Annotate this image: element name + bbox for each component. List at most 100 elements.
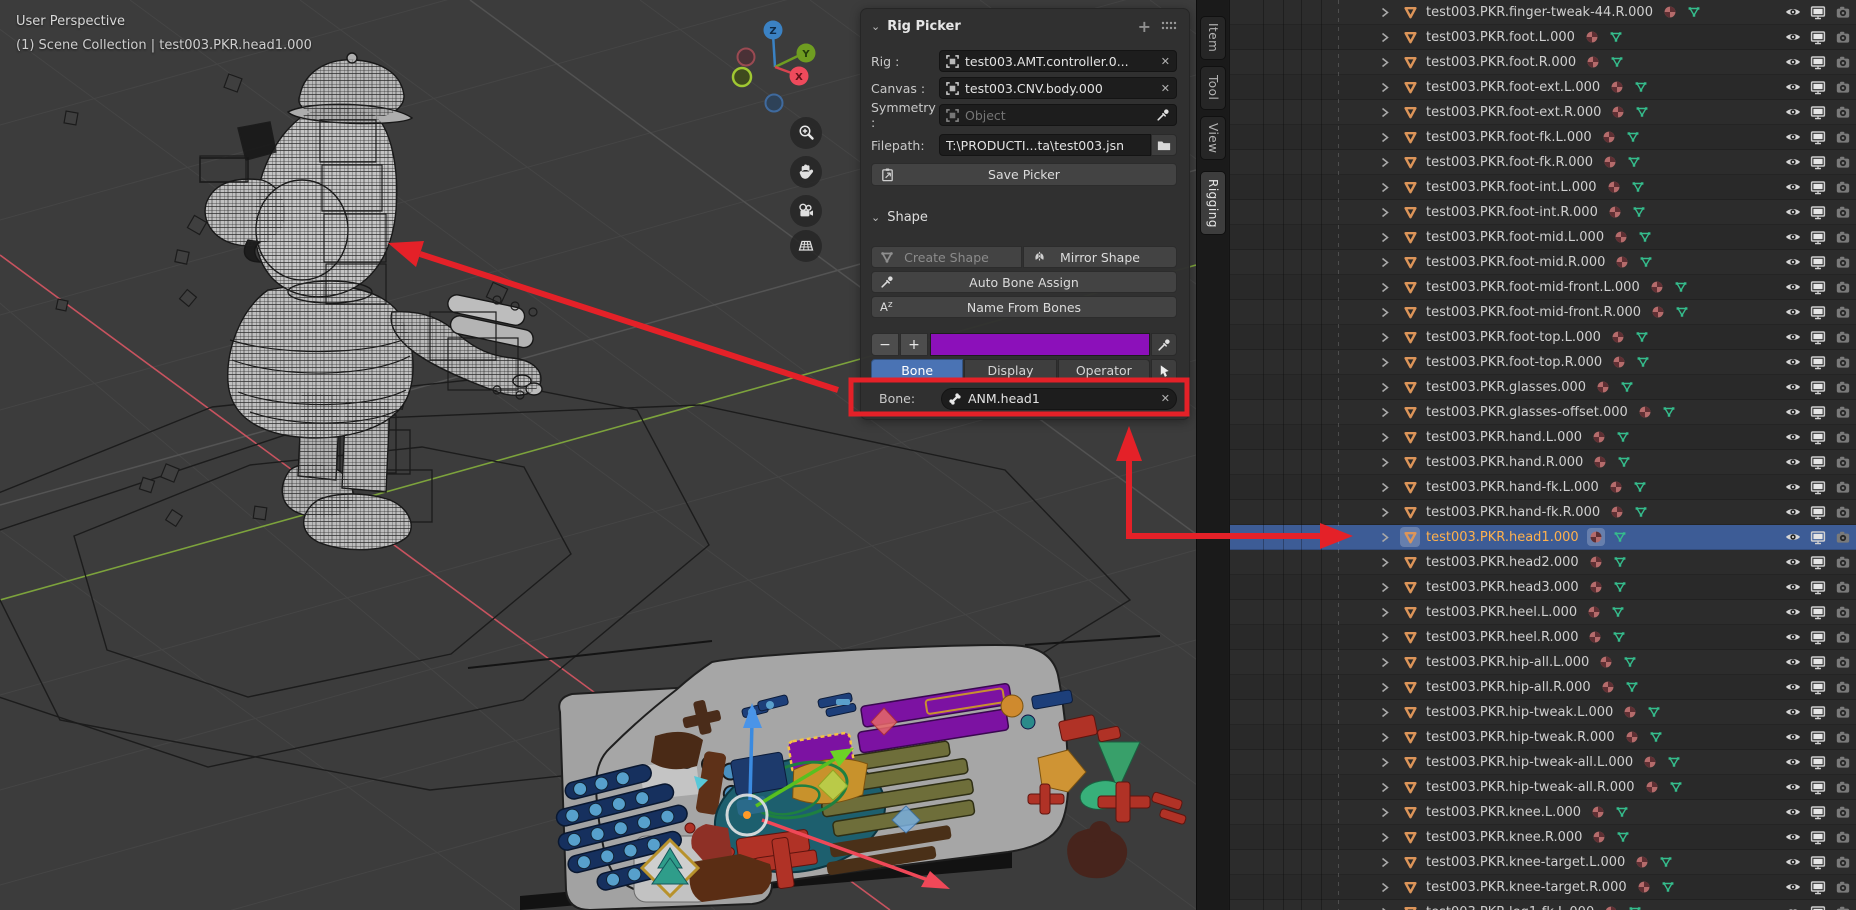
expand-chevron-icon[interactable] — [1378, 32, 1392, 43]
disable-in-renders-toggle[interactable] — [1835, 605, 1851, 619]
object-name[interactable]: test003.PKR.hip-tweak.L.000 — [1426, 705, 1613, 720]
hide-in-viewport-eye-toggle[interactable] — [1785, 330, 1801, 344]
object-name[interactable]: test003.PKR.leg1-fk.L.000 — [1426, 905, 1594, 910]
outliner-row[interactable]: test003.PKR.head2.000 — [1230, 550, 1856, 575]
disable-in-renders-toggle[interactable] — [1835, 280, 1851, 294]
disable-in-viewports-toggle[interactable] — [1810, 630, 1826, 645]
hide-in-viewport-eye-toggle[interactable] — [1785, 355, 1801, 369]
outliner-row[interactable]: test003.PKR.hand.L.000 — [1230, 425, 1856, 450]
hide-in-viewport-eye-toggle[interactable] — [1785, 230, 1801, 244]
disable-in-viewports-toggle[interactable] — [1810, 155, 1826, 170]
disable-in-renders-toggle[interactable] — [1835, 555, 1851, 569]
outliner-row[interactable]: test003.PKR.knee.R.000 — [1230, 825, 1856, 850]
outliner-row[interactable]: test003.PKR.hip-tweak-all.R.000 — [1230, 775, 1856, 800]
outliner-row[interactable]: test003.PKR.knee.L.000 — [1230, 800, 1856, 825]
toggle-grid-button[interactable] — [790, 230, 822, 262]
object-name[interactable]: test003.PKR.hip-tweak.R.000 — [1426, 730, 1615, 745]
expand-chevron-icon[interactable] — [1378, 657, 1392, 668]
disable-in-viewports-toggle[interactable] — [1810, 380, 1826, 395]
disable-in-viewports-toggle[interactable] — [1810, 180, 1826, 195]
outliner-row[interactable]: test003.PKR.foot.L.000 — [1230, 25, 1856, 50]
hide-in-viewport-eye-toggle[interactable] — [1785, 705, 1801, 719]
hide-in-viewport-eye-toggle[interactable] — [1785, 205, 1801, 219]
disable-in-viewports-toggle[interactable] — [1810, 855, 1826, 870]
disable-in-renders-toggle[interactable] — [1835, 780, 1851, 794]
disable-in-viewports-toggle[interactable] — [1810, 355, 1826, 370]
outliner-row[interactable]: test003.PKR.leg1-fk.L.000 — [1230, 900, 1856, 910]
outliner-row[interactable]: test003.PKR.hand-fk.L.000 — [1230, 475, 1856, 500]
hide-in-viewport-eye-toggle[interactable] — [1785, 255, 1801, 269]
outliner-row[interactable]: test003.PKR.foot-top.L.000 — [1230, 325, 1856, 350]
disable-in-viewports-toggle[interactable] — [1810, 680, 1826, 695]
object-name[interactable]: test003.PKR.foot-ext.L.000 — [1426, 80, 1600, 95]
hide-in-viewport-eye-toggle[interactable] — [1785, 505, 1801, 519]
disable-in-renders-toggle[interactable] — [1835, 330, 1851, 344]
sidebar-tab-item[interactable]: Item — [1200, 16, 1226, 60]
disable-in-renders-toggle[interactable] — [1835, 30, 1851, 44]
hide-in-viewport-eye-toggle[interactable] — [1785, 155, 1801, 169]
hide-in-viewport-eye-toggle[interactable] — [1785, 755, 1801, 769]
hide-in-viewport-eye-toggle[interactable] — [1785, 305, 1801, 319]
clear-rig-icon[interactable]: ✕ — [1161, 55, 1170, 68]
outliner-row[interactable]: test003.PKR.foot-mid-front.R.000 — [1230, 300, 1856, 325]
expand-chevron-icon[interactable] — [1378, 682, 1392, 693]
object-name[interactable]: test003.PKR.foot-ext.R.000 — [1426, 105, 1601, 120]
object-name[interactable]: test003.PKR.head2.000 — [1426, 555, 1579, 570]
disable-in-viewports-toggle[interactable] — [1810, 580, 1826, 595]
outliner-row[interactable]: test003.PKR.foot-ext.L.000 — [1230, 75, 1856, 100]
object-name[interactable]: test003.PKR.heel.L.000 — [1426, 605, 1577, 620]
outliner-row[interactable]: test003.PKR.foot-int.L.000 — [1230, 175, 1856, 200]
hide-in-viewport-eye-toggle[interactable] — [1785, 580, 1801, 594]
expand-chevron-icon[interactable] — [1378, 557, 1392, 568]
disable-in-renders-toggle[interactable] — [1835, 255, 1851, 269]
expand-chevron-icon[interactable] — [1378, 382, 1392, 393]
outliner-row[interactable]: test003.PKR.foot-mid.L.000 — [1230, 225, 1856, 250]
hide-in-viewport-eye-toggle[interactable] — [1785, 780, 1801, 794]
pan-tool-button[interactable] — [790, 156, 822, 188]
object-name[interactable]: test003.PKR.hand.R.000 — [1426, 455, 1583, 470]
expand-chevron-icon[interactable] — [1378, 132, 1392, 143]
expand-chevron-icon[interactable] — [1378, 457, 1392, 468]
object-name[interactable]: test003.PKR.knee-target.R.000 — [1426, 880, 1627, 895]
disable-in-renders-toggle[interactable] — [1835, 230, 1851, 244]
drag-dots-icon[interactable] — [1161, 20, 1177, 32]
panel-tab-operator[interactable]: Operator — [1058, 359, 1150, 382]
disable-in-viewports-toggle[interactable] — [1810, 305, 1826, 320]
expand-chevron-icon[interactable] — [1378, 207, 1392, 218]
disable-in-renders-toggle[interactable] — [1835, 680, 1851, 694]
hide-in-viewport-eye-toggle[interactable] — [1785, 455, 1801, 469]
expand-chevron-icon[interactable] — [1378, 157, 1392, 168]
expand-chevron-icon[interactable] — [1378, 607, 1392, 618]
disable-in-renders-toggle[interactable] — [1835, 405, 1851, 419]
disable-in-viewports-toggle[interactable] — [1810, 505, 1826, 520]
disable-in-renders-toggle[interactable] — [1835, 580, 1851, 594]
hide-in-viewport-eye-toggle[interactable] — [1785, 655, 1801, 669]
disable-in-renders-toggle[interactable] — [1835, 655, 1851, 669]
outliner-row[interactable]: test003.PKR.foot-top.R.000 — [1230, 350, 1856, 375]
hide-in-viewport-eye-toggle[interactable] — [1785, 180, 1801, 194]
browse-filepath-button[interactable] — [1151, 134, 1177, 156]
expand-chevron-icon[interactable] — [1378, 507, 1392, 518]
disable-in-viewports-toggle[interactable] — [1810, 780, 1826, 795]
disable-in-viewports-toggle[interactable] — [1810, 480, 1826, 495]
hide-in-viewport-eye-toggle[interactable] — [1785, 680, 1801, 694]
picker-canvas-plane[interactable] — [468, 636, 1187, 910]
object-name[interactable]: test003.PKR.hand-fk.R.000 — [1426, 505, 1600, 520]
disable-in-renders-toggle[interactable] — [1835, 430, 1851, 444]
object-name[interactable]: test003.PKR.foot-int.R.000 — [1426, 205, 1598, 220]
pick-color-button[interactable] — [1151, 333, 1177, 356]
disable-in-viewports-toggle[interactable] — [1810, 755, 1826, 770]
hide-in-viewport-eye-toggle[interactable] — [1785, 430, 1801, 444]
hide-in-viewport-eye-toggle[interactable] — [1785, 30, 1801, 44]
disable-in-viewports-toggle[interactable] — [1810, 280, 1826, 295]
hide-in-viewport-eye-toggle[interactable] — [1785, 80, 1801, 94]
expand-chevron-icon[interactable] — [1378, 907, 1392, 910]
outliner-row[interactable]: test003.PKR.heel.L.000 — [1230, 600, 1856, 625]
disable-in-renders-toggle[interactable] — [1835, 205, 1851, 219]
object-name[interactable]: test003.PKR.head1.000 — [1426, 530, 1579, 545]
outliner-row[interactable]: test003.PKR.hand.R.000 — [1230, 450, 1856, 475]
outliner-row[interactable]: test003.PKR.foot-ext.R.000 — [1230, 100, 1856, 125]
disable-in-viewports-toggle[interactable] — [1810, 605, 1826, 620]
object-name[interactable]: test003.PKR.knee-target.L.000 — [1426, 855, 1625, 870]
object-name[interactable]: test003.PKR.foot-mid-front.R.000 — [1426, 305, 1641, 320]
